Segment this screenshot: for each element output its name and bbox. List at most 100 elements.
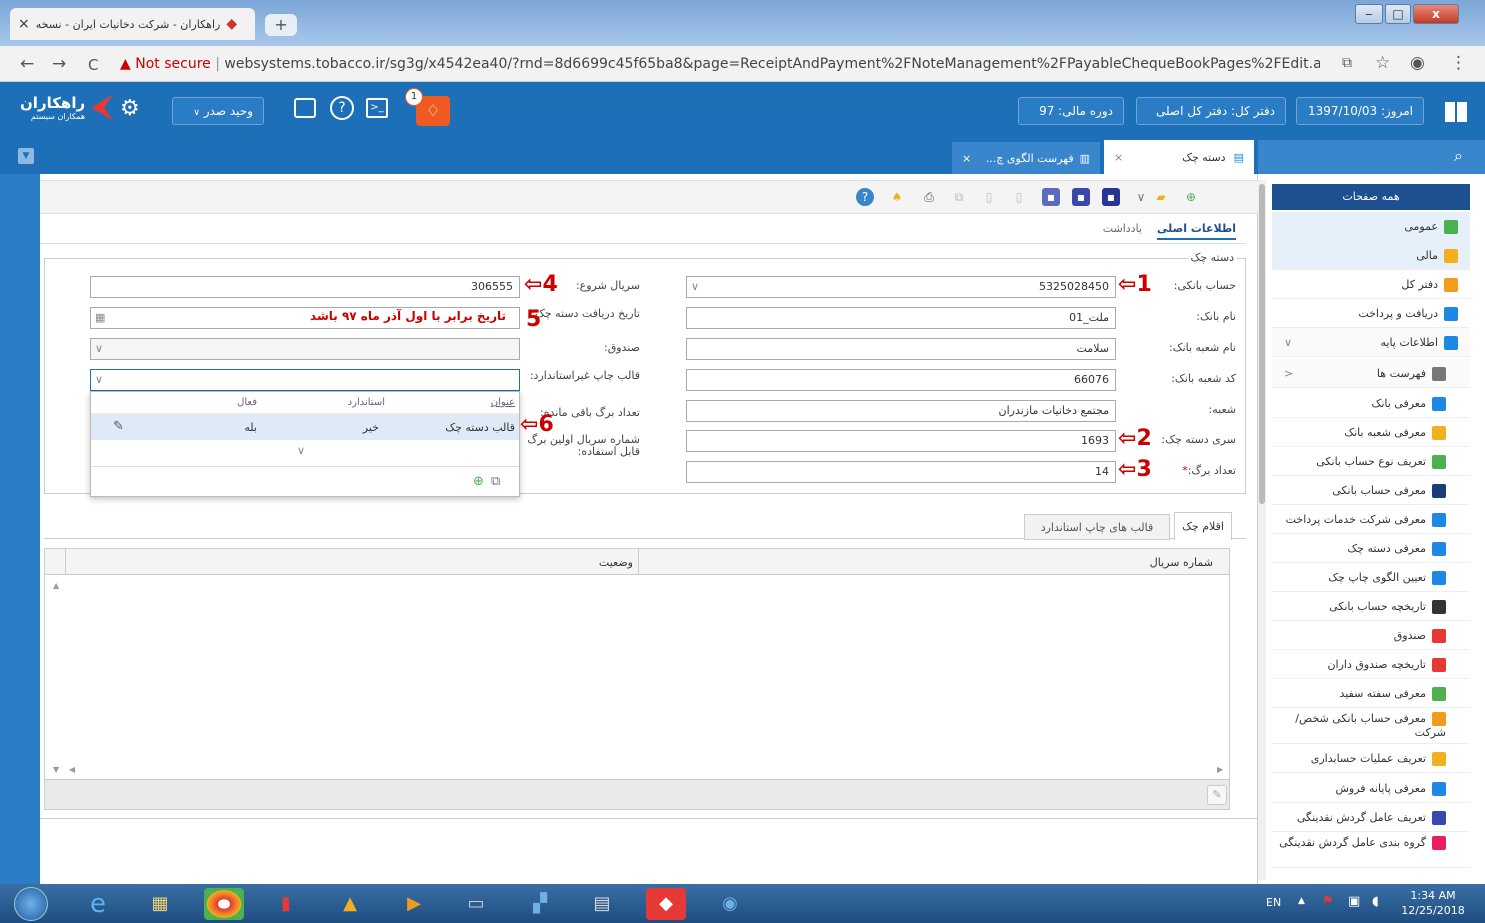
expand-chevron-icon[interactable]: ∨ <box>297 444 305 457</box>
sidebar-item-general[interactable]: عمومی <box>1272 212 1470 241</box>
tab-close-icon[interactable]: × <box>1114 151 1123 164</box>
clipboard-icon[interactable]: ▯ <box>1010 188 1028 206</box>
dropdown-chevron-icon[interactable]: ∨ <box>1132 188 1150 206</box>
sidebar-item-accounting-operations[interactable]: تعریف عملیات حسابداری <box>1272 744 1470 773</box>
dropdown-col-standard[interactable]: استاندارد <box>348 397 385 408</box>
sidebar-item-cashier-history[interactable]: تاریخچه صندوق داران <box>1272 650 1470 679</box>
user-menu-button[interactable]: وحید صدر ∨ <box>172 97 264 125</box>
flag-icon[interactable]: ⚑ <box>1322 894 1334 909</box>
chevron-down-icon[interactable]: ∨ <box>95 370 103 390</box>
tab-cheque-items[interactable]: اقلام چک <box>1174 512 1232 540</box>
sidebar-item-person-bank-account[interactable]: معرفی حساب بانکی شخص/شرکت <box>1272 708 1470 744</box>
sidebar-item-cheque-book[interactable]: معرفی دسته چک <box>1272 534 1470 563</box>
scroll-left-icon[interactable]: ◀ <box>69 765 75 774</box>
save-new-icon[interactable]: ▪ <box>1072 188 1090 206</box>
col-serial[interactable]: شماره سریال <box>1150 556 1213 569</box>
sidebar-item-payment-service-company[interactable]: معرفی شرکت خدمات پرداخت <box>1272 505 1470 534</box>
chevron-left-icon[interactable]: < <box>1284 359 1293 387</box>
forward-icon[interactable]: → <box>52 54 66 74</box>
volume-icon[interactable]: ◖ <box>1372 894 1379 909</box>
open-folder-icon[interactable]: ▰ <box>1152 188 1170 206</box>
sidebar-item-bank-account-history[interactable]: تاریخچه حساب بانکی <box>1272 592 1470 621</box>
sidebar-item-base-info[interactable]: اطلاعات پایه ∨ <box>1272 328 1470 357</box>
fiscal-year-button[interactable]: دوره مالی: 97 <box>1018 97 1124 125</box>
edit-icon[interactable]: ✎ <box>113 419 124 434</box>
print-icon[interactable]: ⎙ <box>920 188 938 206</box>
pdf-app-icon[interactable]: ▮ <box>266 888 306 920</box>
new-record-icon[interactable]: ⊕ <box>1182 188 1200 206</box>
add-template-icon[interactable]: ⊕ <box>473 474 484 489</box>
sidebar-item-bank-account-type[interactable]: تعریف نوع حساب بانکی <box>1272 447 1470 476</box>
console-icon[interactable]: >_ <box>366 98 388 118</box>
sidebar-item-financial[interactable]: مالی <box>1272 241 1470 270</box>
ledger-button[interactable]: دفتر کل: دفتر کل اصلی <box>1136 97 1286 125</box>
tab-close-icon[interactable]: × <box>962 152 971 165</box>
tab-print-template-list[interactable]: ▥ فهرست الگوی چ... × <box>952 142 1100 174</box>
chevron-down-icon[interactable]: ∨ <box>691 277 699 297</box>
print-template-field[interactable]: ∨ <box>90 369 520 391</box>
sidebar-item-cash-flow-factor[interactable]: تعریف عامل گردش نقدینگی <box>1272 803 1470 832</box>
dropdown-col-active[interactable]: فعال <box>237 397 257 408</box>
app-grid-icon[interactable] <box>1445 102 1467 122</box>
dropdown-col-title[interactable]: عنوان <box>491 397 515 408</box>
sidebar-item-cashbox[interactable]: صندوق <box>1272 621 1470 650</box>
bell-icon[interactable]: ♠ <box>888 188 906 206</box>
save-close-icon[interactable]: ▪ <box>1042 188 1060 206</box>
sidebar-item-bank-account[interactable]: معرفی حساب بانکی <box>1272 476 1470 505</box>
browser-tab[interactable]: ◆ راهکاران - شرکت دخانیات ایران - نسخه × <box>10 8 255 40</box>
maximize-button[interactable]: □ <box>1385 4 1411 24</box>
scroll-right-icon[interactable]: ▶ <box>1217 765 1223 774</box>
tab-note[interactable]: یادداشت <box>1103 222 1142 235</box>
chevron-down-icon[interactable]: ∨ <box>1284 328 1292 356</box>
clock[interactable]: 1:34 AM 12/25/2018 <box>1398 888 1468 918</box>
sidebar-item-cash-flow-factor-group[interactable]: گروه بندی عامل گردش نقدینگی <box>1272 832 1470 868</box>
sidebar-item-bank-branch[interactable]: معرفی شعبه بانک <box>1272 418 1470 447</box>
app-icon[interactable]: ▭ <box>456 888 496 920</box>
app-icon[interactable]: ▶ <box>394 888 434 920</box>
series-field[interactable]: 1693 <box>686 430 1116 452</box>
bookmark-star-icon[interactable]: ☆ <box>1375 53 1390 73</box>
back-icon[interactable]: ← <box>20 54 34 74</box>
tray-expand-icon[interactable]: ▲ <box>1298 896 1305 906</box>
help-icon[interactable]: ? <box>330 96 354 120</box>
settings-gear-icon[interactable]: ⚙ <box>120 96 140 121</box>
paste-icon[interactable]: ▯ <box>980 188 998 206</box>
scrollbar-thumb[interactable] <box>1259 184 1265 504</box>
start-button-icon[interactable] <box>14 887 48 921</box>
menu-dots-icon[interactable]: ⋮ <box>1450 53 1467 73</box>
col-status[interactable]: وضعیت <box>599 556 633 569</box>
account-icon[interactable]: ◉ <box>1410 53 1425 73</box>
dropdown-row[interactable]: قالب دسته چک خیر بله ✎ <box>91 414 519 440</box>
today-date-button[interactable]: امروز: 1397/10/03 <box>1296 97 1424 125</box>
sidebar-item-receipt-payment[interactable]: دریافت و پرداخت <box>1272 299 1470 328</box>
sidebar-search-bar[interactable]: ⌕ <box>1258 140 1485 174</box>
collapse-down-icon[interactable]: ▼ <box>18 148 34 164</box>
translate-icon[interactable]: ⧉ <box>1342 55 1352 71</box>
start-serial-field[interactable]: 306555 <box>90 276 520 298</box>
help-icon[interactable]: ? <box>856 188 874 206</box>
close-tab-icon[interactable]: × <box>18 16 30 32</box>
anydesk-icon[interactable]: ◆ <box>646 888 686 920</box>
tab-main-info[interactable]: اطلاعات اصلی <box>1156 222 1236 240</box>
minimize-button[interactable]: ‒ <box>1355 4 1383 24</box>
all-pages-header[interactable]: همه صفحات <box>1272 184 1470 210</box>
bank-account-field[interactable]: 5325028450 ∨ <box>686 276 1116 298</box>
close-window-button[interactable]: x <box>1413 4 1459 24</box>
ie-icon[interactable]: e <box>78 888 118 920</box>
app-icon[interactable]: ▞ <box>520 888 560 920</box>
sidebar-item-pos-terminal[interactable]: معرفی پایانه فروش <box>1272 774 1470 803</box>
copy-template-icon[interactable]: ⧉ <box>491 474 500 489</box>
tab-standard-templates[interactable]: قالب های چاپ استاندارد <box>1024 514 1170 540</box>
content-scrollbar[interactable] <box>1258 180 1266 880</box>
save-icon[interactable]: ▪ <box>1102 188 1120 206</box>
inbox-icon[interactable] <box>294 98 316 118</box>
sheet-count-field[interactable]: 14 <box>686 461 1116 483</box>
chrome-icon[interactable] <box>204 888 244 920</box>
cashbox-field[interactable]: ∨ <box>90 338 520 360</box>
sidebar-item-cheque-print-template[interactable]: تعیین الگوی چاپ چک <box>1272 563 1470 592</box>
chevron-down-icon[interactable]: ∨ <box>95 339 103 359</box>
network-icon[interactable]: ▣ <box>1348 894 1360 909</box>
scroll-down-icon[interactable]: ▼ <box>53 765 59 774</box>
calculator-icon[interactable]: ▤ <box>582 888 622 920</box>
sidebar-item-general-ledger[interactable]: دفتر کل <box>1272 270 1470 299</box>
